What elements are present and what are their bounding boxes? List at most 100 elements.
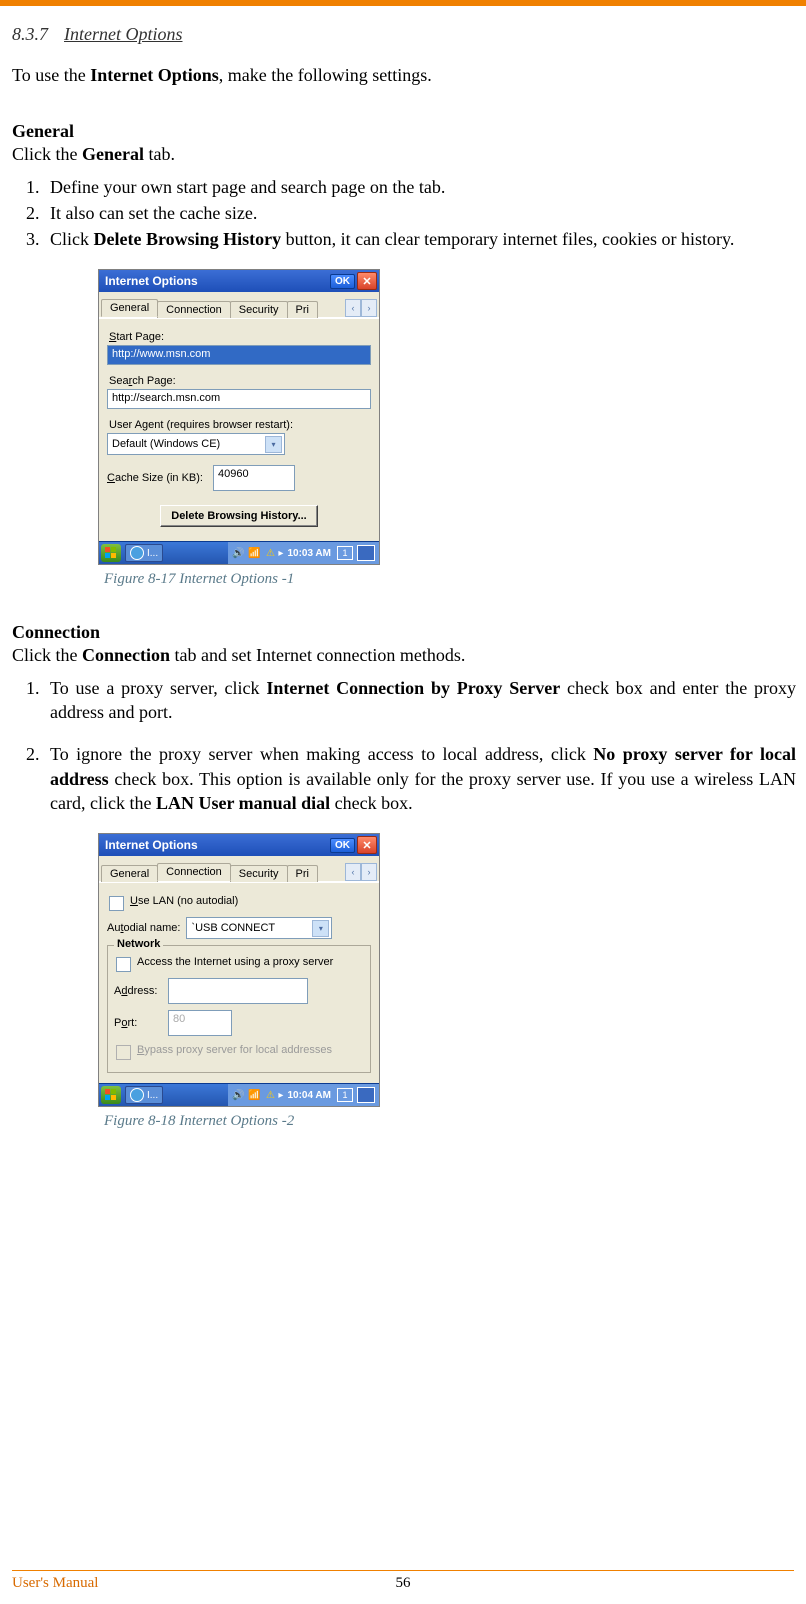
search-page-label: Search Page: bbox=[109, 375, 371, 387]
conn-pre: Click the bbox=[12, 645, 82, 665]
port-input[interactable]: 80 bbox=[168, 1010, 232, 1036]
bypass-label: Bypass proxy server for local addresses bbox=[137, 1044, 332, 1056]
dialog1-titlebar[interactable]: Internet Options OK ✕ bbox=[99, 270, 379, 292]
start-page-input[interactable]: http://www.msn.com bbox=[107, 345, 371, 365]
autodial-value: `USB CONNECT bbox=[191, 922, 275, 934]
general-item-2: It also can set the cache size. bbox=[44, 201, 796, 225]
general-line-post: tab. bbox=[144, 144, 175, 164]
use-lan-row[interactable]: Use LAN (no autodial) bbox=[107, 895, 371, 911]
delete-browsing-history-button[interactable]: Delete Browsing History... bbox=[160, 505, 318, 527]
c2-pre: To ignore the proxy server when making a… bbox=[50, 744, 593, 764]
tab-connection[interactable]: Connection bbox=[157, 301, 231, 318]
connection-item-2: To ignore the proxy server when making a… bbox=[44, 742, 796, 815]
tray-separator-icon: ▸ bbox=[278, 1090, 283, 1101]
tab-security[interactable]: Security bbox=[230, 301, 288, 318]
address-row: Address: bbox=[114, 978, 364, 1004]
autodial-label: Autodial name: bbox=[107, 922, 180, 934]
close-button-2[interactable]: ✕ bbox=[357, 836, 377, 854]
use-lan-label: Use LAN (no autodial) bbox=[130, 895, 238, 907]
connection-line: Click the Connection tab and set Interne… bbox=[12, 643, 792, 667]
proxy-row[interactable]: Access the Internet using a proxy server bbox=[114, 956, 364, 972]
taskbar-clock[interactable]: 10:03 AM bbox=[287, 548, 331, 559]
dialog1-tabstrip: General Connection Security Pri ‹ › bbox=[99, 292, 379, 318]
internet-options-dialog-general: Internet Options OK ✕ General Connection… bbox=[98, 269, 380, 565]
start-button-2[interactable] bbox=[101, 1086, 121, 1104]
user-agent-select[interactable]: Default (Windows CE) ▾ bbox=[107, 433, 285, 455]
general-line-pre: Click the bbox=[12, 144, 82, 164]
taskbar-clock-2[interactable]: 10:04 AM bbox=[287, 1090, 331, 1101]
tabs-scroll-right-2[interactable]: › bbox=[361, 863, 377, 881]
autodial-row: Autodial name: `USB CONNECT ▾ bbox=[107, 917, 371, 939]
cache-size-input[interactable]: 40960 bbox=[213, 465, 295, 491]
tab-general[interactable]: General bbox=[101, 299, 158, 317]
tabs-scroll-left-2[interactable]: ‹ bbox=[345, 863, 361, 881]
section-number: 8.3.7 bbox=[12, 24, 48, 44]
tabs-scroll-left[interactable]: ‹ bbox=[345, 299, 361, 317]
dialog2-body: Use LAN (no autodial) Autodial name: `US… bbox=[99, 882, 379, 1083]
taskbar-app-ie-2[interactable]: I... bbox=[125, 1086, 163, 1104]
section-title: Internet Options bbox=[64, 24, 183, 44]
intro-bold: Internet Options bbox=[90, 65, 219, 85]
ie-icon bbox=[130, 546, 144, 560]
tab-general-2[interactable]: General bbox=[101, 865, 158, 882]
autodial-select[interactable]: `USB CONNECT ▾ bbox=[186, 917, 332, 939]
port-row: Port: 80 bbox=[114, 1010, 364, 1036]
c1-bold: Internet Connection by Proxy Server bbox=[266, 678, 560, 698]
proxy-label: Access the Internet using a proxy server bbox=[137, 956, 333, 968]
dialog1-body: SStart Page:tart Page: http://www.msn.co… bbox=[99, 318, 379, 541]
use-lan-checkbox[interactable] bbox=[109, 896, 124, 911]
tab-security-2[interactable]: Security bbox=[230, 865, 288, 882]
tab-connection-2[interactable]: Connection bbox=[157, 863, 231, 881]
tray-network-icon[interactable]: 📶 bbox=[247, 546, 261, 560]
start-button[interactable] bbox=[101, 544, 121, 562]
dialog2-titlebar[interactable]: Internet Options OK ✕ bbox=[99, 834, 379, 856]
tray-network-icon[interactable]: 📶 bbox=[247, 1088, 261, 1102]
network-fieldset: Network Access the Internet using a prox… bbox=[107, 945, 371, 1073]
general-item-1: Define your own start page and search pa… bbox=[44, 175, 796, 199]
c2-post: check box. bbox=[330, 793, 412, 813]
tab-privacy-truncated-2[interactable]: Pri bbox=[287, 865, 318, 882]
tray-volume-icon[interactable]: 🔊 bbox=[231, 1088, 245, 1102]
user-agent-label: User Agent (requires browser restart): bbox=[109, 419, 371, 431]
tray-alert-icon[interactable]: ⚠ bbox=[263, 1088, 277, 1102]
keyboard-indicator-2[interactable]: 1 bbox=[337, 1088, 353, 1102]
taskbar-1: I... 🔊 📶 ⚠ ▸ 10:03 AM 1 bbox=[99, 541, 379, 564]
chevron-left-icon: ‹ bbox=[352, 303, 355, 313]
internet-options-dialog-connection: Internet Options OK ✕ General Connection… bbox=[98, 833, 380, 1107]
tabs-scroll-right[interactable]: › bbox=[361, 299, 377, 317]
search-page-input[interactable]: http://search.msn.com bbox=[107, 389, 371, 409]
connection-item-1: To use a proxy server, click Internet Co… bbox=[44, 676, 796, 725]
conn-post: tab and set Internet connection methods. bbox=[170, 645, 465, 665]
footer-manual-label: User's Manual bbox=[12, 1575, 98, 1592]
connection-list: To use a proxy server, click Internet Co… bbox=[8, 676, 796, 815]
g3-pre: Click bbox=[50, 229, 94, 249]
close-button[interactable]: ✕ bbox=[357, 272, 377, 290]
conn-bold: Connection bbox=[82, 645, 170, 665]
c2-bold2: LAN User manual dial bbox=[156, 793, 330, 813]
show-desktop-button-2[interactable] bbox=[357, 1087, 375, 1103]
general-list: Define your own start page and search pa… bbox=[8, 175, 796, 252]
ok-button-2[interactable]: OK bbox=[330, 838, 355, 853]
keyboard-indicator[interactable]: 1 bbox=[337, 546, 353, 560]
proxy-checkbox[interactable] bbox=[116, 957, 131, 972]
tray-alert-icon[interactable]: ⚠ bbox=[263, 546, 277, 560]
cache-row: Cache Size (in KB): 40960 bbox=[107, 465, 371, 491]
system-tray-2: 🔊 📶 ⚠ ▸ 10:04 AM 1 bbox=[228, 1084, 379, 1106]
taskbar-app-ie[interactable]: I... bbox=[125, 544, 163, 562]
chevron-right-icon: › bbox=[368, 867, 371, 877]
intro-post: , make the following settings. bbox=[219, 65, 432, 85]
connection-heading: Connection bbox=[12, 622, 792, 643]
tray-volume-icon[interactable]: 🔊 bbox=[231, 546, 245, 560]
address-input[interactable] bbox=[168, 978, 308, 1004]
general-heading: General bbox=[12, 121, 792, 142]
footer-page-number: 56 bbox=[396, 1575, 411, 1592]
show-desktop-button[interactable] bbox=[357, 545, 375, 561]
windows-logo-icon bbox=[105, 1089, 117, 1101]
taskbar-2: I... 🔊 📶 ⚠ ▸ 10:04 AM 1 bbox=[99, 1083, 379, 1106]
start-page-label: SStart Page:tart Page: bbox=[109, 331, 371, 343]
chevron-down-icon: ▾ bbox=[312, 920, 329, 937]
tab-privacy-truncated[interactable]: Pri bbox=[287, 301, 318, 318]
g3-post: button, it can clear temporary internet … bbox=[281, 229, 734, 249]
ok-button[interactable]: OK bbox=[330, 274, 355, 289]
ie-icon bbox=[130, 1088, 144, 1102]
